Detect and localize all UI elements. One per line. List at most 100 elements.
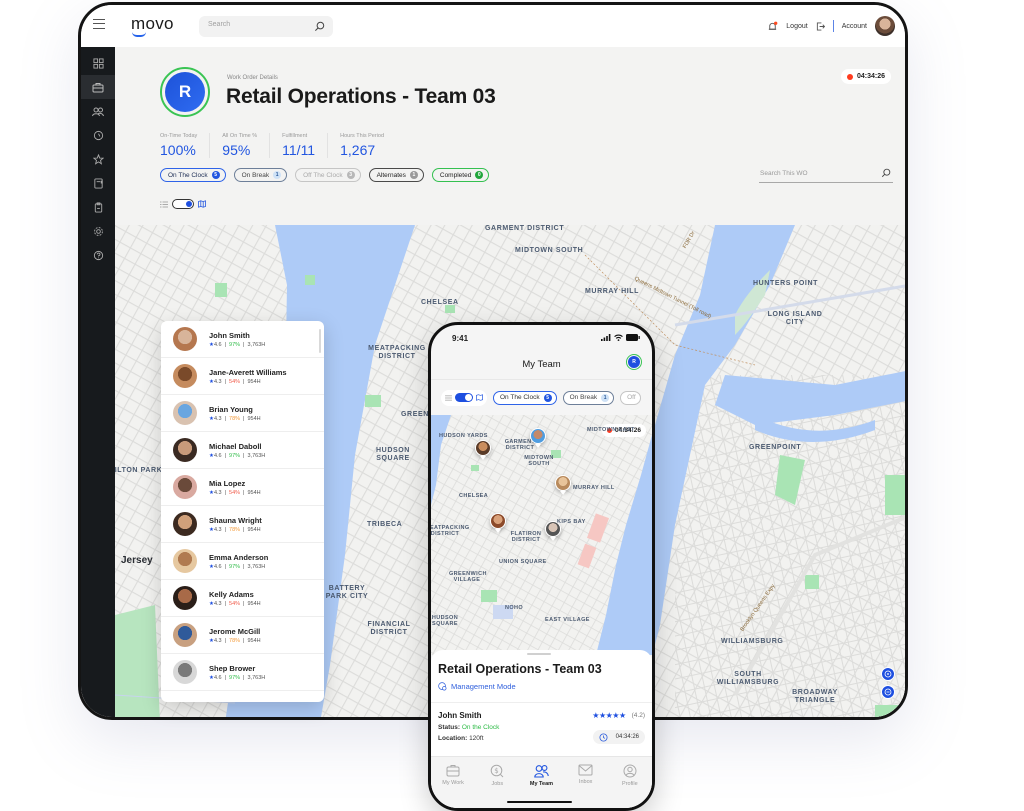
movo-logo[interactable]: movo	[131, 14, 174, 34]
team-member-row[interactable]: Jane-Averett Williams ★4.3 | 54% | 954H	[161, 358, 324, 395]
sidebar-item-work-orders[interactable]	[81, 75, 115, 99]
phone-map-label: MIDTOWN SOUTH	[524, 455, 554, 468]
meta-separator: |	[243, 415, 245, 422]
map-pin-team-member[interactable]	[475, 440, 491, 460]
member-rating: ★4.6	[209, 342, 222, 348]
team-member-row[interactable]: John Smith ★4.6 | 97% | 3,763H	[161, 321, 324, 358]
sidebar-item-settings[interactable]	[81, 219, 115, 243]
stats-row: On-Time Today 100% All On Time % 95% Fulfi…	[160, 133, 408, 158]
sidebar-item-team[interactable]	[81, 99, 115, 123]
rating-value: 4.3	[213, 600, 222, 607]
filter-off-the-clock[interactable]: Off The Clock 3	[295, 168, 361, 182]
team-member-row[interactable]: Michael Daboll ★4.6 | 97% | 3,763H	[161, 432, 324, 469]
filter-label: On The Clock	[168, 171, 208, 179]
employee-name[interactable]: John Smith	[438, 711, 482, 720]
phone-view-switch[interactable]	[455, 393, 473, 402]
stat-hours-this-period: Hours This Period 1,267	[340, 133, 396, 158]
logout-icon[interactable]	[816, 21, 825, 31]
filter-on-the-clock[interactable]: On The Clock 5	[160, 168, 226, 182]
meta-separator: |	[243, 378, 245, 385]
account-avatar[interactable]	[875, 16, 895, 36]
list-view-icon[interactable]	[160, 201, 168, 208]
hamburger-menu-icon[interactable]	[93, 19, 105, 29]
map-pin-team-member[interactable]	[530, 428, 546, 448]
zoom-out-button[interactable]	[881, 685, 895, 699]
filter-count: 0	[475, 171, 484, 179]
member-name: Michael Daboll	[209, 441, 262, 451]
team-member-row[interactable]: Kelly Adams ★4.3 | 54% | 954H	[161, 580, 324, 617]
map-view-icon[interactable]	[198, 200, 206, 208]
team-member-row[interactable]: Jerome McGill ★4.3 | 78% | 954H	[161, 617, 324, 654]
stat-label: All On Time %	[222, 133, 258, 139]
phone-view-toggle[interactable]	[441, 389, 487, 406]
meta-separator: |	[243, 526, 245, 533]
filter-alternates[interactable]: Alternates 1	[368, 168, 424, 182]
member-info: Emma Anderson ★4.6 | 97% | 3,763H	[209, 553, 268, 570]
tab-my-work[interactable]: My Work	[433, 764, 473, 808]
sheet-drag-handle[interactable]	[527, 653, 551, 655]
sidebar-item-time[interactable]	[81, 123, 115, 147]
avatar-letter: R	[628, 356, 640, 368]
header-divider	[832, 20, 834, 32]
map-view-icon[interactable]	[476, 394, 483, 401]
sidebar-item-notebook[interactable]	[81, 171, 115, 195]
map-pin-team-member[interactable]	[545, 521, 561, 541]
list-view-icon[interactable]	[445, 395, 452, 401]
sidebar-item-help[interactable]	[81, 243, 115, 267]
signal-icon	[601, 334, 611, 341]
meta-separator: |	[243, 600, 245, 607]
sidebar-item-favorites[interactable]	[81, 147, 115, 171]
management-mode-link[interactable]: Management Mode	[438, 682, 516, 691]
phone-screen-title: My Team	[522, 359, 561, 370]
map-pin-team-member[interactable]	[555, 475, 571, 495]
map-pin-team-member[interactable]	[490, 513, 506, 533]
phone-work-order-avatar[interactable]: R	[626, 354, 642, 370]
dollar-search-icon: $	[490, 764, 504, 778]
rating-stars-icon: ★★★★★	[592, 711, 626, 720]
global-search-input[interactable]: Search	[199, 16, 333, 37]
phone-filter-off-the-clock[interactable]: Off	[620, 390, 641, 405]
meta-separator: |	[224, 637, 227, 644]
switch-knob	[186, 201, 192, 207]
profile-icon	[623, 764, 637, 778]
notification-bell-icon[interactable]	[767, 21, 778, 32]
tab-profile[interactable]: Profile	[610, 764, 650, 808]
zoom-in-button[interactable]	[881, 667, 895, 681]
phone-filter-on-break[interactable]: On Break 1	[562, 390, 615, 405]
member-rating: ★4.3	[209, 638, 222, 644]
phone-filter-on-the-clock[interactable]: On The Clock 5	[493, 390, 557, 405]
member-hours: 3,763H	[247, 563, 266, 570]
member-on-time-pct: 54%	[229, 600, 241, 607]
sidebar-item-dashboard[interactable]	[81, 51, 115, 75]
map-label-hunters-point: HUNTERS POINT	[753, 280, 818, 287]
filter-label: Completed	[439, 171, 472, 179]
team-member-row[interactable]: Mia Lopez ★4.3 | 54% | 954H	[161, 469, 324, 506]
filter-count: 1	[601, 393, 610, 402]
sidebar	[81, 47, 115, 717]
view-mode-switch[interactable]	[172, 199, 194, 209]
member-on-time-pct: 54%	[229, 378, 241, 385]
member-meta: ★4.6 | 97% | 3,763H	[209, 564, 268, 570]
phone-map-view[interactable]: 04:34:26 HUDSON YARDS GARMENT DISTRICT M…	[431, 415, 652, 655]
search-icon[interactable]	[881, 168, 891, 178]
search-work-order-input[interactable]: Search This WO	[759, 165, 893, 183]
team-member-row[interactable]: Emma Anderson ★4.6 | 97% | 3,763H	[161, 543, 324, 580]
team-member-row[interactable]: Brian Young ★4.3 | 78% | 954H	[161, 395, 324, 432]
member-name: Mia Lopez	[209, 478, 246, 488]
filter-on-break[interactable]: On Break 1	[233, 168, 288, 182]
filter-completed[interactable]: Completed 0	[431, 168, 490, 182]
timer-value: 04:34:26	[615, 734, 639, 740]
map-label-meatpacking: MEATPACKING DISTRICT	[368, 345, 426, 361]
member-avatar	[173, 660, 197, 684]
list-scrollbar[interactable]	[319, 329, 321, 353]
grid-icon	[92, 57, 104, 69]
member-info: Shep Brower ★4.6 | 97% | 3,763H	[209, 664, 265, 681]
team-member-row[interactable]: Shauna Wright ★4.3 | 78% | 954H	[161, 506, 324, 543]
member-info: Brian Young ★4.3 | 78% | 954H	[209, 405, 261, 422]
search-icon[interactable]	[314, 21, 325, 32]
sidebar-item-clipboard[interactable]	[81, 195, 115, 219]
logout-link[interactable]: Logout	[786, 23, 807, 30]
tab-label: Jobs	[491, 781, 504, 787]
account-link[interactable]: Account	[842, 23, 867, 30]
team-member-row[interactable]: Shep Brower ★4.6 | 97% | 3,763H	[161, 654, 324, 691]
